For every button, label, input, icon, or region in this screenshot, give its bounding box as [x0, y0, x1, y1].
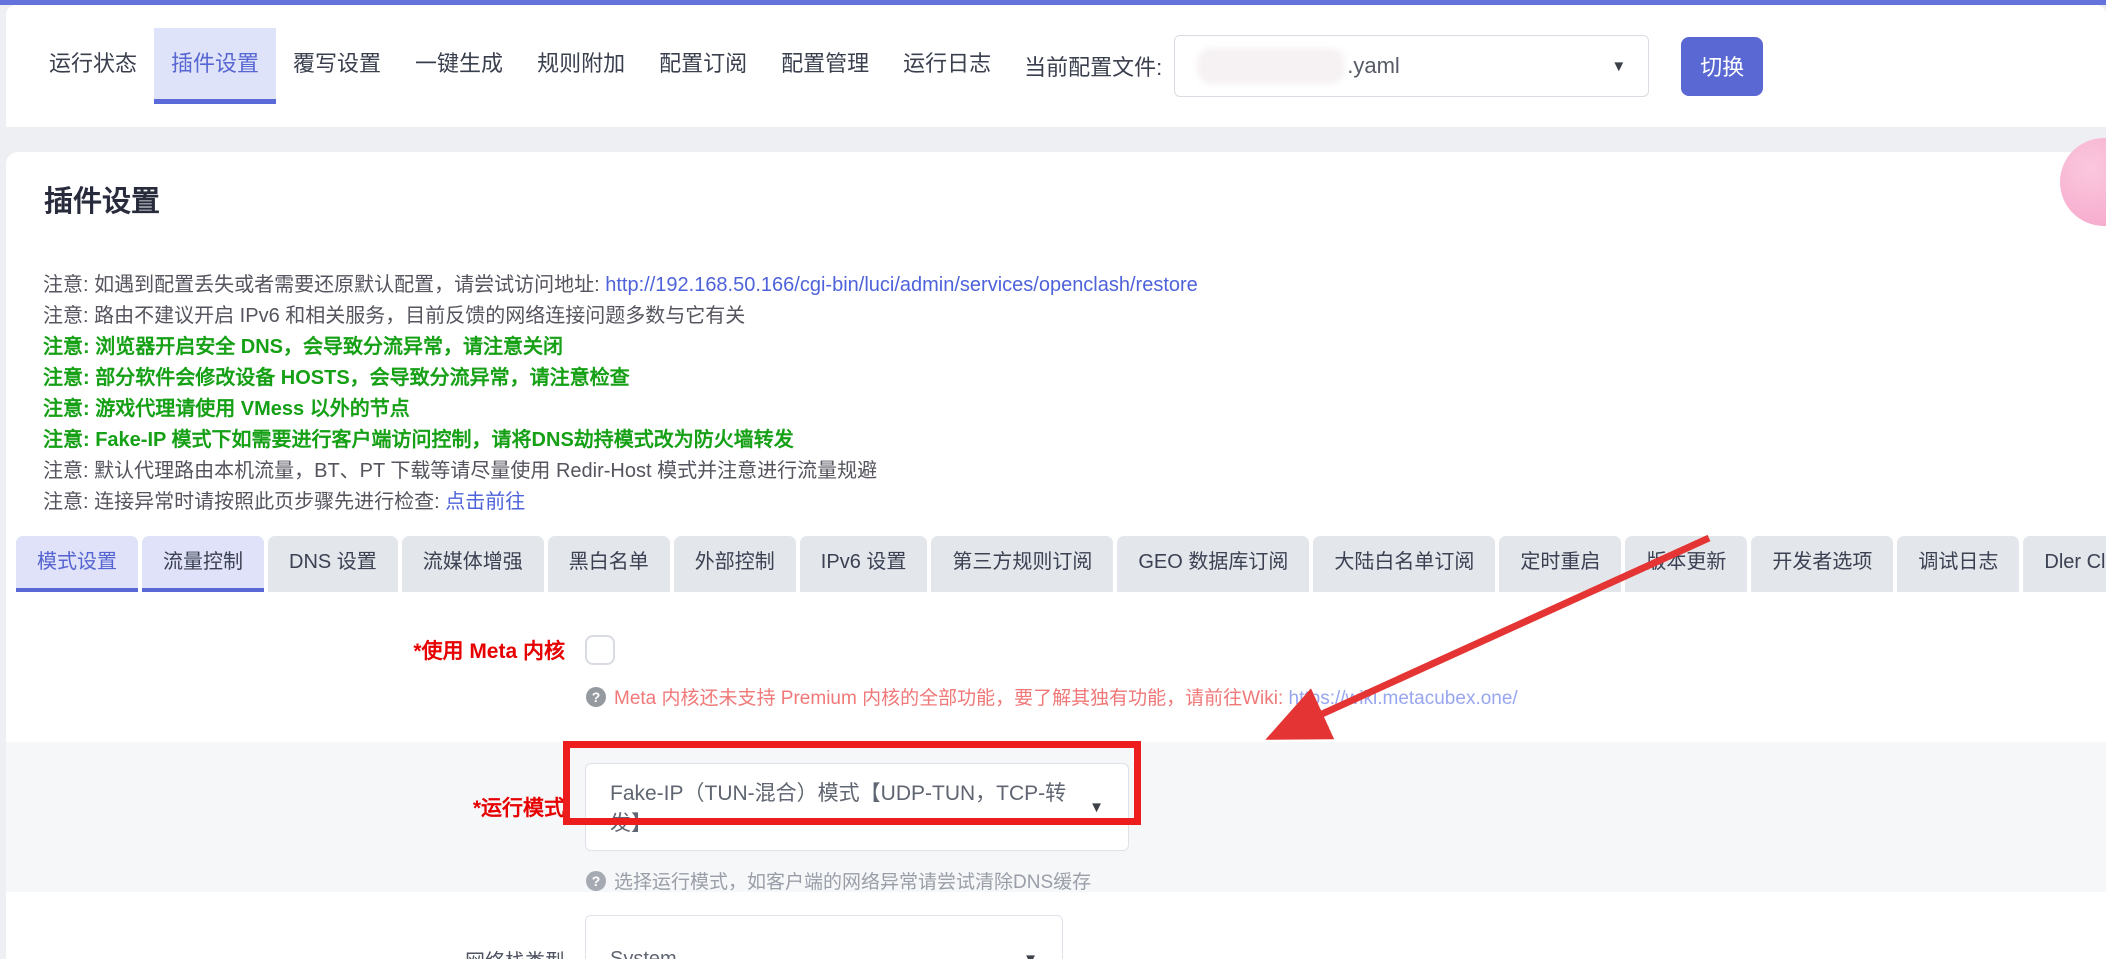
- notice-line: 注意: 如遇到配置丢失或者需要还原默认配置，请尝试访问地址: http://19…: [43, 270, 2106, 301]
- notice-text: 注意: 浏览器开启安全 DNS，会导致分流异常，请注意关闭: [43, 336, 563, 358]
- switch-config-button[interactable]: 切换: [1681, 37, 1763, 96]
- tab-debug-log[interactable]: 调试日志: [1897, 536, 2019, 592]
- chevron-down-icon: ▼: [1089, 799, 1104, 816]
- tab-dns-settings[interactable]: DNS 设置: [268, 536, 398, 592]
- tab-version-update[interactable]: 版本更新: [1625, 536, 1747, 592]
- meta-kernel-help: Meta 内核还未支持 Premium 内核的全部功能，要了解其独有功能，请前往…: [614, 683, 1518, 710]
- tab-scheduled-restart[interactable]: 定时重启: [1499, 536, 1621, 592]
- notice-text: 注意: Fake-IP 模式下如需要进行客户端访问控制，请将DNS劫持模式改为防…: [43, 429, 794, 451]
- network-stack-select[interactable]: System ▼: [585, 915, 1063, 959]
- metacubex-wiki-link[interactable]: https://wiki.metacubex.one/: [1289, 688, 1518, 709]
- notice-line: 注意: 浏览器开启安全 DNS，会导致分流异常，请注意关闭: [43, 332, 2106, 363]
- tab-geo-database[interactable]: GEO 数据库订阅: [1117, 536, 1309, 592]
- top-nav-bar: 运行状态 插件设置 覆写设置 一键生成 规则附加 配置订阅 配置管理 运行日志 …: [6, 5, 2106, 127]
- notice-text: 注意: 连接异常时请按照此页步骤先进行检查:: [43, 491, 445, 513]
- nav-tab-override-settings[interactable]: 覆写设置: [276, 28, 398, 104]
- nav-tab-run-status[interactable]: 运行状态: [32, 28, 154, 104]
- nav-tab-run-log[interactable]: 运行日志: [886, 28, 1008, 104]
- openclash-plugin-settings-page: 运行状态 插件设置 覆写设置 一键生成 规则附加 配置订阅 配置管理 运行日志 …: [0, 0, 2106, 959]
- nav-tab-config-subscribe[interactable]: 配置订阅: [642, 28, 764, 104]
- tab-china-whitelist[interactable]: 大陆白名单订阅: [1313, 536, 1495, 592]
- restore-url-link[interactable]: http://192.168.50.166/cgi-bin/luci/admin…: [605, 274, 1198, 296]
- tab-third-party-rules[interactable]: 第三方规则订阅: [931, 536, 1113, 592]
- notice-text: 注意: 部分软件会修改设备 HOSTS，会导致分流异常，请注意检查: [43, 367, 630, 389]
- nav-tab-config-manage[interactable]: 配置管理: [764, 28, 886, 104]
- network-stack-value: System: [610, 948, 677, 959]
- notice-text: 注意: 默认代理路由本机流量，BT、PT 下载等请尽量使用 Redir-Host…: [43, 460, 877, 482]
- notice-text: 注意: 路由不建议开启 IPv6 和相关服务，目前反馈的网络连接问题多数与它有关: [43, 305, 745, 327]
- meta-kernel-checkbox[interactable]: [585, 635, 615, 665]
- notice-line: 注意: 游戏代理请使用 VMess 以外的节点: [43, 394, 2106, 425]
- notice-text: 注意: 游戏代理请使用 VMess 以外的节点: [43, 398, 410, 420]
- notice-text: 注意: 如遇到配置丢失或者需要还原默认配置，请尝试访问地址:: [43, 274, 605, 296]
- meta-kernel-help-text: Meta 内核还未支持 Premium 内核的全部功能，要了解其独有功能，请前往…: [614, 688, 1289, 709]
- plugin-settings-card: 插件设置 注意: 如遇到配置丢失或者需要还原默认配置，请尝试访问地址: http…: [6, 152, 2106, 959]
- config-file-select[interactable]: .yaml ▼: [1174, 35, 1649, 97]
- chevron-down-icon: ▼: [1023, 951, 1038, 959]
- run-mode-select[interactable]: Fake-IP（TUN-混合）模式【UDP-TUN，TCP-转发】 ▼: [585, 763, 1129, 851]
- question-icon: ?: [586, 871, 606, 891]
- tab-ipv6-settings[interactable]: IPv6 设置: [800, 536, 928, 592]
- run-mode-help: 选择运行模式，如客户端的网络异常请尝试清除DNS缓存: [614, 867, 1091, 894]
- notice-list: 注意: 如遇到配置丢失或者需要还原默认配置，请尝试访问地址: http://19…: [43, 270, 2106, 518]
- network-stack-row: 网络栈类型 System ▼: [6, 892, 2106, 959]
- chevron-down-icon: ▼: [1611, 58, 1626, 75]
- tab-dler-cloud[interactable]: Dler Cloud: [2023, 536, 2106, 592]
- notice-line: 注意: 部分软件会修改设备 HOSTS，会导致分流异常，请注意检查: [43, 363, 2106, 394]
- tab-external-control[interactable]: 外部控制: [674, 536, 796, 592]
- notice-line: 注意: 默认代理路由本机流量，BT、PT 下载等请尽量使用 Redir-Host…: [43, 456, 2106, 487]
- go-check-link[interactable]: 点击前往: [445, 491, 525, 513]
- nav-tab-one-key-generate[interactable]: 一键生成: [398, 28, 520, 104]
- run-mode-label: *运行模式: [6, 792, 565, 822]
- meta-kernel-row: *使用 Meta 内核 ? Meta 内核还未支持 Premium 内核的全部功…: [6, 592, 2106, 742]
- run-mode-value: Fake-IP（TUN-混合）模式【UDP-TUN，TCP-转发】: [610, 777, 1079, 837]
- settings-section-tabs: 模式设置 流量控制 DNS 设置 流媒体增强 黑白名单 外部控制 IPv6 设置…: [16, 536, 2106, 592]
- tab-streaming-enhance[interactable]: 流媒体增强: [402, 536, 544, 592]
- notice-line: 注意: Fake-IP 模式下如需要进行客户端访问控制，请将DNS劫持模式改为防…: [43, 425, 2106, 456]
- tab-black-white-list[interactable]: 黑白名单: [548, 536, 670, 592]
- censored-filename-blob: [1197, 48, 1345, 84]
- tab-developer-options[interactable]: 开发者选项: [1751, 536, 1893, 592]
- run-mode-row: *运行模式 Fake-IP（TUN-混合）模式【UDP-TUN，TCP-转发】 …: [6, 742, 2106, 892]
- current-config-label: 当前配置文件:: [1024, 50, 1162, 82]
- tab-traffic-control[interactable]: 流量控制: [142, 536, 264, 592]
- network-stack-label: 网络栈类型: [6, 945, 565, 959]
- meta-kernel-label: *使用 Meta 内核: [6, 635, 565, 665]
- question-icon: ?: [586, 687, 606, 707]
- page-title: 插件设置: [44, 178, 2106, 220]
- config-file-name: .yaml: [1347, 53, 1400, 79]
- tab-mode-settings[interactable]: 模式设置: [16, 536, 138, 592]
- notice-line: 注意: 路由不建议开启 IPv6 和相关服务，目前反馈的网络连接问题多数与它有关: [43, 301, 2106, 332]
- notice-line: 注意: 连接异常时请按照此页步骤先进行检查: 点击前往: [43, 487, 2106, 518]
- nav-tab-plugin-settings[interactable]: 插件设置: [154, 28, 276, 104]
- nav-tab-rule-append[interactable]: 规则附加: [520, 28, 642, 104]
